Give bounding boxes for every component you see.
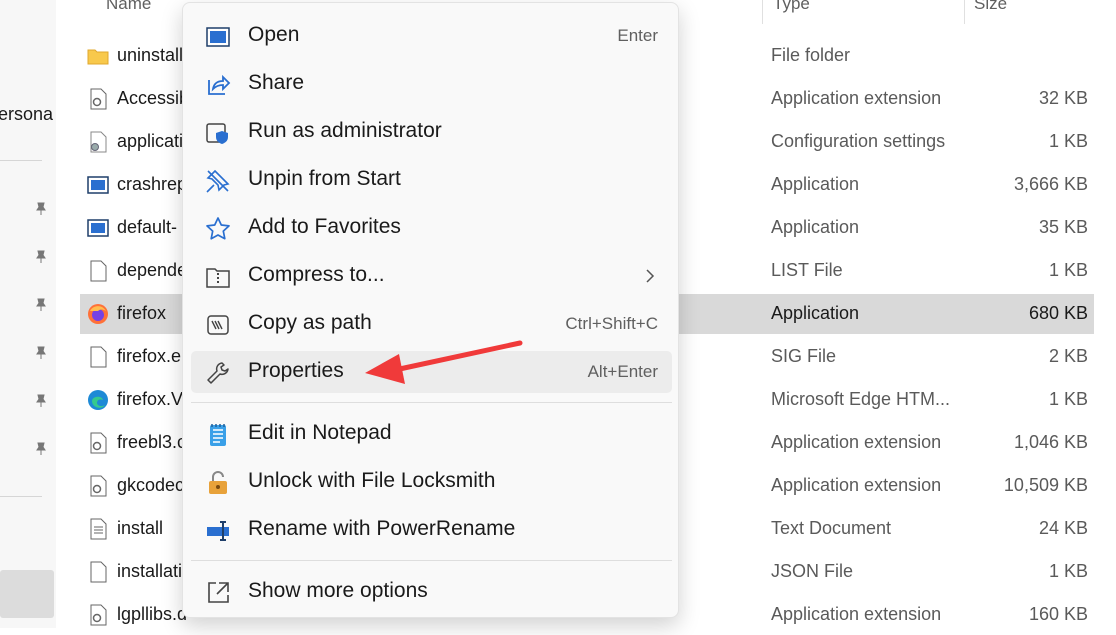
share-icon (208, 74, 231, 95)
file-name: uninstall (117, 45, 184, 65)
file-icon (90, 260, 107, 282)
file-size: 160 KB (1028, 604, 1088, 624)
wrench-icon (207, 362, 229, 384)
file-size: 3,666 KB (1013, 174, 1088, 194)
menu-item-rename-with-powerrename[interactable]: Rename with PowerRename (191, 509, 672, 551)
pin-icon (36, 442, 46, 455)
menu-item-edit-in-notepad[interactable]: Edit in Notepad (191, 413, 672, 455)
file-type: Application extension (771, 604, 942, 624)
file-type: Text Document (771, 518, 892, 538)
dll-icon (90, 88, 107, 110)
file-size: 1 KB (1048, 389, 1088, 409)
column-header-type[interactable]: Type (773, 0, 810, 14)
file-type: Microsoft Edge HTM... (771, 389, 951, 409)
file-name: freebl3.c (117, 432, 187, 452)
file-type: Configuration settings (771, 131, 946, 151)
file-type: Application extension (771, 88, 942, 108)
column-header-size[interactable]: Size (974, 0, 1007, 14)
app-icon (87, 176, 109, 194)
file-size: 2 KB (1048, 346, 1088, 366)
file-size: 35 KB (1038, 217, 1088, 237)
lock-icon (209, 471, 227, 494)
file-size: 1,046 KB (1013, 432, 1088, 452)
file-name: firefox (117, 303, 167, 323)
unpin-icon (206, 169, 230, 193)
menu-item-compress-to[interactable]: Compress to... (191, 255, 672, 297)
text-file-icon (90, 518, 107, 540)
file-type: Application (771, 303, 860, 323)
file-type: JSON File (771, 561, 854, 581)
file-size: 32 KB (1038, 88, 1088, 108)
file-name: default- (117, 217, 178, 237)
menu-item-share[interactable]: Share (191, 63, 672, 105)
file-size: 1 KB (1048, 561, 1088, 581)
zip-icon (206, 268, 230, 288)
more-options-icon (208, 582, 229, 603)
file-icon (90, 561, 107, 583)
pin-icon (36, 202, 46, 215)
context-menu: Open Enter Share Run as administrator Un… (182, 2, 679, 618)
menu-item-open[interactable]: Open Enter (191, 15, 672, 57)
file-name: installati (117, 561, 183, 581)
file-name: Accessib (117, 88, 190, 108)
file-type: Application extension (771, 432, 942, 452)
folder-icon (87, 49, 109, 65)
file-type: SIG File (771, 346, 837, 366)
nav-divider (0, 160, 42, 161)
star-icon (206, 217, 230, 240)
file-name: install (117, 518, 164, 538)
notepad-icon (210, 424, 226, 446)
pin-icon (36, 250, 46, 263)
pin-icon (36, 298, 46, 311)
menu-item-show-more-options[interactable]: Show more options (191, 571, 672, 613)
column-header-name[interactable]: Name (106, 0, 151, 14)
file-size: 680 KB (1028, 303, 1088, 323)
file-name: crashrep (117, 174, 188, 194)
file-name: gkcodec (117, 475, 185, 495)
config-icon (90, 131, 107, 153)
open-icon (206, 27, 230, 47)
annotation-arrow (365, 340, 523, 384)
dll-icon (90, 475, 107, 497)
file-name: depende (117, 260, 188, 280)
file-type: Application (771, 217, 860, 237)
column-divider[interactable] (762, 0, 763, 24)
rename-icon (207, 521, 229, 541)
copy-path-icon (207, 315, 229, 335)
file-icon (90, 346, 107, 368)
file-name: firefox.e (117, 346, 182, 366)
edge-icon (88, 390, 108, 410)
menu-separator (191, 560, 672, 561)
firefox-icon (88, 304, 108, 324)
dll-icon (90, 604, 107, 626)
file-name: lgpllibs.d (117, 604, 188, 624)
file-name: firefox.V (117, 389, 184, 409)
shield-icon (206, 123, 228, 144)
menu-item-run-as-administrator[interactable]: Run as administrator (191, 111, 672, 153)
file-type: LIST File (771, 260, 843, 280)
menu-separator (191, 402, 672, 403)
nav-item-label[interactable]: ersona (0, 104, 53, 125)
nav-item-selected[interactable] (0, 570, 54, 618)
pin-icon (36, 394, 46, 407)
file-type: Application extension (771, 475, 942, 495)
file-size: 1 KB (1048, 260, 1088, 280)
navigation-pane: ersona (0, 0, 56, 628)
chevron-right-icon (646, 269, 655, 283)
pin-icon (36, 346, 46, 359)
dll-icon (90, 432, 107, 454)
file-type: Application (771, 174, 860, 194)
menu-item-add-to-favorites[interactable]: Add to Favorites (191, 207, 672, 249)
menu-item-unlock-with-file-locksmith[interactable]: Unlock with File Locksmith (191, 461, 672, 503)
nav-divider (0, 496, 42, 497)
file-size: 1 KB (1048, 131, 1088, 151)
file-size: 24 KB (1038, 518, 1088, 538)
app-icon (87, 219, 109, 237)
file-type: File folder (771, 45, 851, 65)
menu-item-unpin-from-start[interactable]: Unpin from Start (191, 159, 672, 201)
column-divider[interactable] (964, 0, 965, 24)
file-size: 10,509 KB (1003, 475, 1088, 495)
